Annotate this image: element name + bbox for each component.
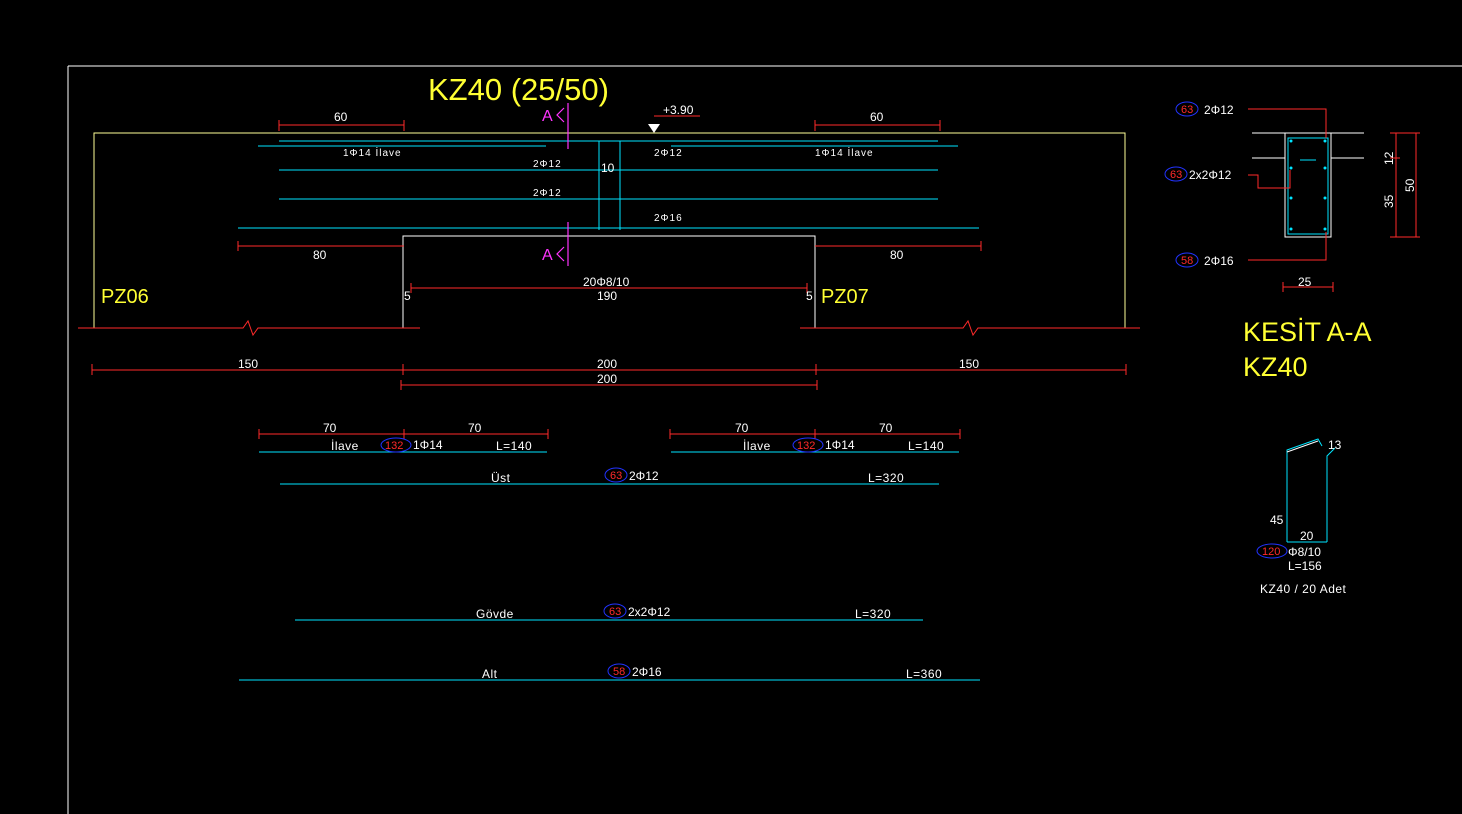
bar-ust: Üst 63 2Φ12 L=320 — [280, 467, 939, 485]
section-mid-tag: 63 — [1170, 169, 1182, 181]
edge-right-label: 5 — [806, 289, 813, 303]
dim-150-left-label: 150 — [238, 357, 258, 371]
ust-spec: 2Φ12 — [629, 469, 659, 483]
ust-length: L=320 — [868, 471, 904, 485]
support-label-right: PZ07 — [821, 286, 869, 308]
dim-80-right: 80 — [815, 241, 982, 262]
stirrup-detail: 13 45 20 120 Φ8/10 L=156 KZ40 / 20 Adet — [1256, 438, 1347, 596]
section-width-label: 25 — [1298, 275, 1312, 289]
ilave-left-name: İlave — [331, 439, 359, 453]
beam-reinforcement-drawing: KZ40 (25/50) +3.90 PZ06 PZ07 1Φ14 İlave … — [67, 65, 1462, 814]
govde-tag: 63 — [609, 606, 621, 618]
dim-80-left: 80 — [237, 241, 404, 262]
section-height-label: 50 — [1403, 178, 1417, 192]
section-bottom-spec: 2Φ16 — [1204, 254, 1234, 268]
top-bar-right-label: 2Φ12 — [654, 148, 683, 159]
bar-ilave-right: 70 70 İlave 132 1Φ14 L=140 — [669, 421, 961, 453]
section-mid-spec: 2x2Φ12 — [1189, 168, 1232, 182]
dim-overall: 150 200 150 200 — [91, 357, 1127, 390]
ilave-right-length: L=140 — [908, 439, 944, 453]
ilave-left-tag: 132 — [385, 440, 403, 452]
ilave-right-label: 1Φ14 İlave — [815, 146, 874, 159]
ilave-right-spec: 1Φ14 — [825, 438, 855, 452]
dim-80-right-label: 80 — [890, 248, 904, 262]
stirrup-caption: KZ40 / 20 Adet — [1260, 582, 1347, 596]
ilave-right-tag: 132 — [797, 440, 815, 452]
dim-200-b-label: 200 — [597, 372, 617, 386]
elevation-label: +3.90 — [663, 103, 694, 117]
top-bar-left-label: 2Φ12 — [533, 159, 562, 170]
stirrup-spec-label: 20Φ8/10 — [583, 275, 630, 289]
dim-top-left: 60 — [278, 110, 405, 131]
support-label-left: PZ06 — [101, 286, 149, 308]
section-cut-marker-bottom: A — [542, 222, 569, 266]
bottom-bar-label: 2Φ16 — [654, 213, 683, 224]
bar-govde: Gövde 63 2x2Φ12 L=320 — [295, 603, 923, 621]
gap-dimension: 10 — [601, 161, 615, 175]
ilave-right-dim-b: 70 — [879, 421, 893, 435]
section-top-spec: 2Φ12 — [1204, 103, 1234, 117]
govde-name: Gövde — [476, 607, 514, 621]
govde-length: L=320 — [855, 607, 891, 621]
dim-top-left-label: 60 — [334, 110, 348, 124]
ilave-left-dim-b: 70 — [468, 421, 482, 435]
section-mark-bottom: A — [542, 247, 553, 264]
section-subtitle: KZ40 — [1243, 352, 1308, 382]
section-title: KESİT A-A — [1243, 316, 1372, 347]
dim-top-right: 60 — [814, 110, 941, 131]
ust-tag: 63 — [610, 470, 622, 482]
stirrup-spec: Φ8/10 — [1288, 545, 1321, 559]
ilave-left-length: L=140 — [496, 439, 532, 453]
dim-stirrup-span: 20Φ8/10 190 5 5 — [404, 275, 813, 303]
govde-spec: 2x2Φ12 — [628, 605, 671, 619]
ust-name: Üst — [491, 471, 511, 485]
stirrup-tag: 120 — [1262, 546, 1280, 558]
stirrup-length: L=156 — [1288, 559, 1322, 573]
bar-ilave-left: 70 70 İlave 132 1Φ14 L=140 — [258, 421, 549, 453]
ilave-left-label: 1Φ14 İlave — [343, 146, 402, 159]
dim-80-left-label: 80 — [313, 248, 327, 262]
section-mark-top: A — [542, 108, 553, 125]
ilave-left-dim-a: 70 — [323, 421, 337, 435]
ilave-right-name: İlave — [743, 439, 771, 453]
support-break-lines — [78, 319, 1140, 337]
stirrup-height-label: 45 — [1270, 513, 1284, 527]
ilave-left-spec: 1Φ14 — [413, 438, 443, 452]
ilave-right-dim-a: 70 — [735, 421, 749, 435]
beam-title: KZ40 (25/50) — [428, 72, 609, 107]
web-bar-label: 2Φ12 — [533, 188, 562, 199]
section-bottom-tag: 58 — [1181, 255, 1193, 267]
alt-name: Alt — [482, 667, 498, 681]
dim-150-right-label: 150 — [959, 357, 979, 371]
alt-length: L=360 — [906, 667, 942, 681]
edge-left-label: 5 — [404, 289, 411, 303]
alt-spec: 2Φ16 — [632, 665, 662, 679]
bar-alt: Alt 58 2Φ16 L=360 — [239, 663, 980, 681]
dim-200-label: 200 — [597, 357, 617, 371]
section-cut-marker-top: A — [542, 103, 569, 149]
section-depth-label: 35 — [1382, 194, 1396, 208]
stirrup-width-label: 20 — [1300, 529, 1314, 543]
stirrup-hook-label: 13 — [1328, 438, 1342, 452]
section-slab-label: 12 — [1382, 151, 1396, 165]
dim-top-right-label: 60 — [870, 110, 884, 124]
elevation-marker: +3.90 — [648, 103, 700, 133]
alt-tag: 58 — [613, 666, 625, 678]
section-top-tag: 63 — [1181, 104, 1193, 116]
clear-span-label: 190 — [597, 289, 617, 303]
